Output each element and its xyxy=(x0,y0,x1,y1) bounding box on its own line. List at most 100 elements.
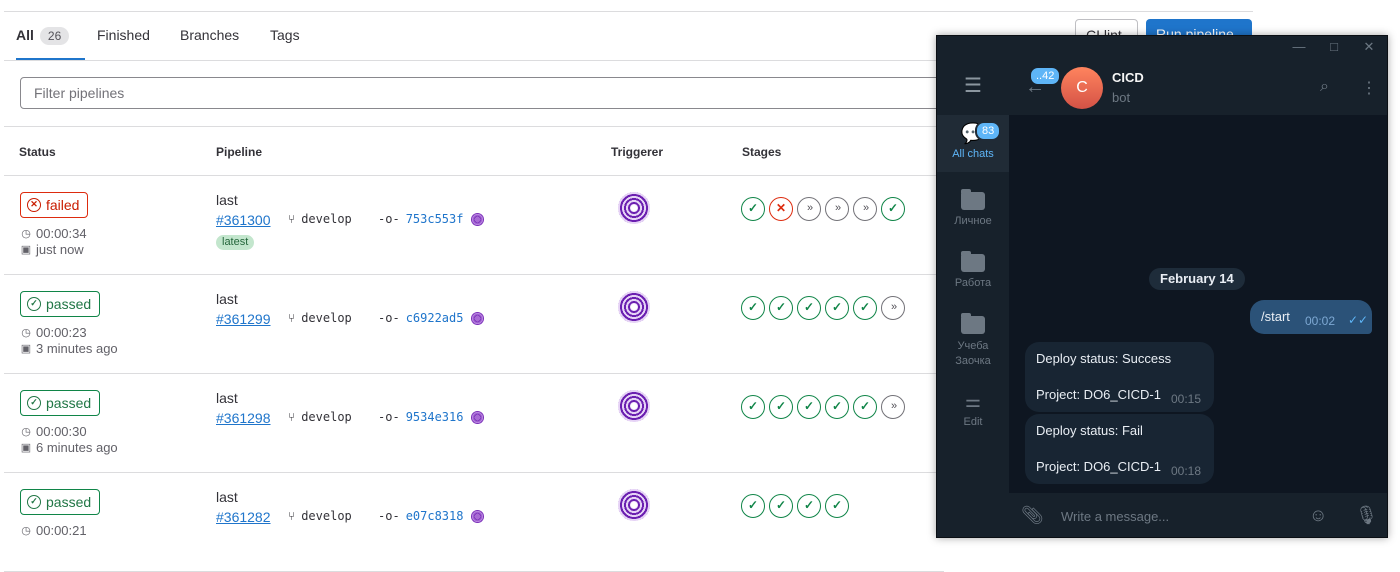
message-input[interactable]: Write a message... xyxy=(1061,509,1169,524)
branch-ref[interactable]: ⑂ develop xyxy=(288,509,352,523)
pipeline-id-link[interactable]: #361299 xyxy=(216,311,271,327)
microphone-icon[interactable]: 🎙︎ xyxy=(1355,505,1378,526)
table-row: ✓ passed ◷ 00:00:21 last #361282 ⑂ develop -o-e0… xyxy=(4,473,944,572)
folder-icon xyxy=(961,189,985,210)
incoming-message[interactable]: Deploy status: Success Project: DO6_CICD… xyxy=(1025,342,1214,412)
status-badge[interactable]: ✕ failed xyxy=(20,192,89,218)
stage-success-icon[interactable]: ✓ xyxy=(769,395,793,419)
avatar[interactable] xyxy=(618,489,650,521)
stage-success-icon[interactable]: ✓ xyxy=(741,395,765,419)
read-check-icon: ✓✓ xyxy=(1348,313,1369,327)
emoji-icon[interactable]: ☺ xyxy=(1309,505,1327,526)
stage-skipped-icon[interactable]: » xyxy=(825,197,849,221)
close-icon[interactable]: ✕ xyxy=(1361,38,1377,56)
pipeline-id-link[interactable]: #361300 xyxy=(216,212,271,228)
table-row: ✓ passed ◷ 00:00:23 ▣ 3 minutes ago last #36129… xyxy=(4,275,944,374)
filter-pipelines-input[interactable]: Filter pipelines xyxy=(20,77,960,109)
stage-skipped-icon[interactable]: » xyxy=(797,197,821,221)
folder-study[interactable]: Учеба Заочка xyxy=(937,313,1009,369)
search-icon[interactable]: ⌕ xyxy=(1320,78,1329,96)
maximize-icon[interactable]: □ xyxy=(1326,38,1342,56)
tab-all[interactable]: All 26 xyxy=(16,20,85,60)
stage-success-icon[interactable]: ✓ xyxy=(853,296,877,320)
commit-ref[interactable]: -o-e07c8318 xyxy=(378,509,485,523)
author-avatar[interactable] xyxy=(471,311,485,325)
author-avatar[interactable] xyxy=(471,410,485,424)
pipeline-id-link[interactable]: #361282 xyxy=(216,509,271,525)
folder-label: Личное xyxy=(954,215,992,227)
stage-skipped-icon[interactable]: » xyxy=(881,395,905,419)
branch-name: develop xyxy=(301,212,352,226)
more-vertical-icon[interactable]: ⋮ xyxy=(1361,78,1377,98)
tab-finished[interactable]: Finished xyxy=(97,20,150,60)
folder-all-chats[interactable]: 💬 83 All chats xyxy=(937,115,1009,172)
avatar[interactable]: C xyxy=(1061,67,1103,109)
paperclip-icon[interactable]: 📎︎ xyxy=(1021,505,1044,526)
stage-success-icon[interactable]: ✓ xyxy=(797,296,821,320)
pipelines-table-header: Status Pipeline Triggerer Stages xyxy=(4,126,944,176)
duration: ◷ 00:00:21 xyxy=(20,523,87,538)
status-badge[interactable]: ✓ passed xyxy=(20,291,101,317)
branch-name: develop xyxy=(301,410,352,424)
window-titlebar: — □ ✕ xyxy=(937,36,1387,60)
commit-ref[interactable]: -o- 9534e316 xyxy=(378,410,485,424)
tab-tags[interactable]: Tags xyxy=(270,20,300,60)
duration-value: 00:00:21 xyxy=(36,523,87,538)
table-row: ✕ failed ◷ 00:00:34 ▣ just now last #361300 ⑂ dev… xyxy=(4,176,944,275)
chat-title[interactable]: CICD xyxy=(1112,70,1144,85)
avatar[interactable] xyxy=(618,291,650,323)
latest-badge: latest xyxy=(216,235,255,250)
stage-skipped-icon[interactable]: » xyxy=(881,296,905,320)
outgoing-message[interactable]: /start 00:02 ✓✓ xyxy=(1250,300,1372,334)
commit-ref[interactable]: -o-c6922ad5 xyxy=(378,311,485,325)
stage-failed-icon[interactable]: ✕ xyxy=(769,197,793,221)
author-avatar[interactable] xyxy=(471,212,485,226)
avatar[interactable] xyxy=(618,192,650,224)
chat-subtitle: bot xyxy=(1112,90,1131,105)
pipeline-id-link[interactable]: #361298 xyxy=(216,410,271,426)
incoming-message[interactable]: Deploy status: Fail Project: DO6_CICD-1 … xyxy=(1025,414,1214,484)
finished-time: ▣ just now xyxy=(20,242,84,257)
branch-ref[interactable]: ⑂ develop xyxy=(288,410,352,424)
duration: ◷ 00:00:30 xyxy=(20,424,87,439)
stage-success-icon[interactable]: ✓ xyxy=(741,197,765,221)
status-badge[interactable]: ✓ passed xyxy=(20,390,101,416)
stage-success-icon[interactable]: ✓ xyxy=(825,395,849,419)
stage-success-icon[interactable]: ✓ xyxy=(853,395,877,419)
folder-personal[interactable]: Личное xyxy=(937,189,1009,227)
stage-skipped-icon[interactable]: » xyxy=(853,197,877,221)
stage-success-icon[interactable]: ✓ xyxy=(797,395,821,419)
calendar-icon: ▣ xyxy=(20,343,32,355)
status-label: passed xyxy=(46,296,92,312)
menu-icon[interactable]: ☰ xyxy=(937,73,1009,98)
duration-value: 00:00:30 xyxy=(36,424,87,439)
stage-success-icon[interactable]: ✓ xyxy=(797,494,821,518)
commit-sha: 9534e316 xyxy=(405,410,464,424)
stage-success-icon[interactable]: ✓ xyxy=(825,494,849,518)
stage-success-icon[interactable]: ✓ xyxy=(825,296,849,320)
commit-icon: -o- xyxy=(378,509,400,523)
tab-all-label: All xyxy=(16,27,34,43)
folder-edit[interactable]: ⚌ Edit xyxy=(937,390,1009,428)
message-text: Deploy status: Fail xyxy=(1036,423,1143,438)
stage-success-icon[interactable]: ✓ xyxy=(741,296,765,320)
stage-success-icon[interactable]: ✓ xyxy=(881,197,905,221)
stage-success-icon[interactable]: ✓ xyxy=(769,296,793,320)
stage-success-icon[interactable]: ✓ xyxy=(769,494,793,518)
branch-ref[interactable]: ⑂ develop xyxy=(288,311,352,325)
status-label: passed xyxy=(46,494,92,510)
stage-success-icon[interactable]: ✓ xyxy=(741,494,765,518)
avatar[interactable] xyxy=(618,390,650,422)
header-pipeline: Pipeline xyxy=(216,145,263,159)
tab-branches[interactable]: Branches xyxy=(180,20,239,60)
message-text: Project: DO6_CICD-1 xyxy=(1036,387,1161,402)
commit-ref[interactable]: -o- 753c553f xyxy=(378,212,485,226)
folder-label: Edit xyxy=(963,416,983,428)
branch-ref[interactable]: ⑂ develop xyxy=(288,212,352,226)
folder-label: All chats xyxy=(952,148,994,160)
x-circle-icon: ✕ xyxy=(27,198,41,212)
folder-work[interactable]: Работа xyxy=(937,251,1009,289)
author-avatar[interactable] xyxy=(471,509,485,523)
minimize-icon[interactable]: — xyxy=(1291,38,1307,56)
status-badge[interactable]: ✓ passed xyxy=(20,489,101,515)
